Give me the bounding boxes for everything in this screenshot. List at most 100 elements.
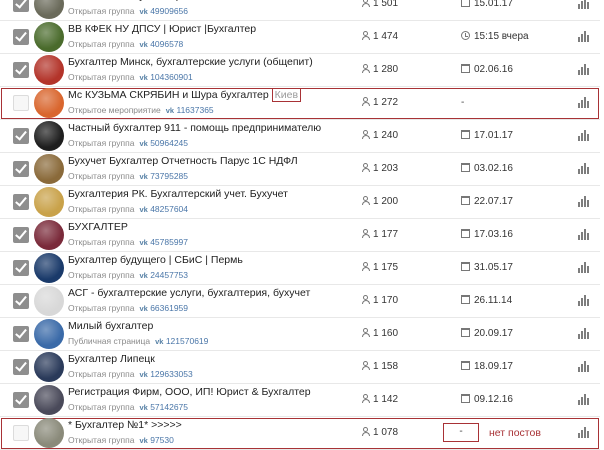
group-id-link[interactable]: 11637365 bbox=[176, 105, 213, 115]
group-row[interactable]: Регистрация Фирм, ООО, ИП! Юрист & Бухга… bbox=[0, 384, 600, 417]
group-name-link[interactable]: Бухгалтер будущего | СБиС | Пермь bbox=[68, 254, 243, 266]
group-avatar[interactable] bbox=[34, 253, 64, 283]
group-type: Открытая группа bbox=[68, 270, 135, 280]
group-id-link[interactable]: 49909656 bbox=[150, 6, 188, 16]
group-row[interactable]: БУХГАЛТЕР Открытая группа vk 45785997 1 177… bbox=[0, 219, 600, 252]
members-value: 1 272 bbox=[373, 97, 399, 108]
group-name-link[interactable]: Мс КУЗЬМА СКРЯБИН и Шура бухгалтер Киев bbox=[68, 88, 302, 102]
group-row[interactable]: Бухгалтер будущего | СБиС | Пермь Открыта… bbox=[0, 252, 600, 285]
row-checkbox[interactable] bbox=[13, 227, 29, 243]
group-row[interactable]: Бухучет Бухгалтер Отчетность Парус 1С НД… bbox=[0, 153, 600, 186]
last-post-date: 02.06.16 bbox=[474, 64, 513, 75]
stats-chart-icon[interactable] bbox=[578, 64, 589, 75]
last-post: 09.12.16 bbox=[461, 394, 513, 405]
row-checkbox[interactable] bbox=[13, 260, 29, 276]
stats-chart-icon[interactable] bbox=[578, 163, 589, 174]
group-row[interactable]: АСГ - бухгалтерские услуги, бухгалтерия,… bbox=[0, 285, 600, 318]
vk-icon: vk bbox=[139, 172, 148, 181]
row-checkbox[interactable] bbox=[13, 425, 29, 441]
group-name-link[interactable]: БУХГАЛТЕР bbox=[68, 221, 128, 233]
group-name-link[interactable]: АСГ - бухгалтерские услуги, бухгалтерия,… bbox=[68, 287, 310, 299]
group-avatar[interactable] bbox=[34, 352, 64, 382]
row-checkbox[interactable] bbox=[13, 95, 29, 111]
row-checkbox[interactable] bbox=[13, 359, 29, 375]
calendar-icon bbox=[461, 361, 470, 370]
group-row[interactable]: * Бухгалтер №1* >>>>> Открытая группа vk 9… bbox=[0, 417, 600, 450]
group-name-text: Бухгалтерия РК. Бухгалтерский учет. Буху… bbox=[68, 188, 288, 200]
stats-chart-icon[interactable] bbox=[578, 229, 589, 240]
location-tag: Киев bbox=[271, 88, 302, 102]
group-id-link[interactable]: 129633053 bbox=[150, 369, 193, 379]
stats-chart-icon[interactable] bbox=[578, 130, 589, 141]
group-name-link[interactable]: Бухгалтерия РК. Бухгалтерский учет. Буху… bbox=[68, 188, 288, 200]
group-avatar[interactable] bbox=[34, 418, 64, 448]
group-row[interactable]: Бухгалтерия РК. Бухгалтерский учет. Буху… bbox=[0, 186, 600, 219]
group-avatar[interactable] bbox=[34, 121, 64, 151]
group-name-text: Бухгалтер Минск, бухгалтерские услуги (о… bbox=[68, 56, 313, 68]
group-row[interactable]: Бухгалтер Минск, бухгалтерские услуги (о… bbox=[0, 54, 600, 87]
group-row[interactable]: ВВ КФЕК НУ ДПСУ | Юрист |Бухгалтер Открыт… bbox=[0, 21, 600, 54]
row-checkbox[interactable] bbox=[13, 29, 29, 45]
stats-chart-icon[interactable] bbox=[578, 196, 589, 207]
group-id-link[interactable]: 57142675 bbox=[150, 402, 188, 412]
group-meta: Открытая группа vk 129633053 bbox=[68, 369, 193, 379]
group-avatar[interactable] bbox=[34, 0, 64, 19]
group-row[interactable]: Бухгалтер Липецк Открытая группа vk 129633… bbox=[0, 351, 600, 384]
stats-chart-icon[interactable] bbox=[578, 295, 589, 306]
members-icon bbox=[362, 31, 370, 40]
members-icon bbox=[362, 97, 370, 106]
stats-chart-icon[interactable] bbox=[578, 427, 589, 438]
row-checkbox[interactable] bbox=[13, 326, 29, 342]
group-avatar[interactable] bbox=[34, 286, 64, 316]
group-id-link[interactable]: 66361959 bbox=[150, 303, 188, 313]
group-name-link[interactable]: Бухучет Бухгалтер Отчетность Парус 1С НД… bbox=[68, 155, 298, 167]
stats-chart-icon[interactable] bbox=[578, 97, 589, 108]
stats-chart-icon[interactable] bbox=[578, 31, 589, 42]
group-id-link[interactable]: 104360901 bbox=[150, 72, 193, 82]
group-id-link[interactable]: 45785997 bbox=[150, 237, 188, 247]
group-id-link[interactable]: 121570619 bbox=[166, 336, 209, 346]
group-id-link[interactable]: 4096578 bbox=[150, 39, 183, 49]
group-row[interactable]: Мс КУЗЬМА СКРЯБИН и Шура бухгалтер Киев О… bbox=[0, 87, 600, 120]
group-name-link[interactable]: Милый бухгалтер bbox=[68, 320, 153, 332]
row-checkbox[interactable] bbox=[13, 0, 29, 12]
group-row[interactable]: Ваш Личный Бухгалтер Открытая группа vk 49… bbox=[0, 0, 600, 21]
group-id-link[interactable]: 73795285 bbox=[150, 171, 188, 181]
group-name-link[interactable]: ВВ КФЕК НУ ДПСУ | Юрист |Бухгалтер bbox=[68, 23, 256, 35]
row-checkbox[interactable] bbox=[13, 194, 29, 210]
group-type: Открытая группа bbox=[68, 39, 135, 49]
group-id-link[interactable]: 97530 bbox=[150, 435, 174, 445]
row-checkbox[interactable] bbox=[13, 128, 29, 144]
group-name-link[interactable]: Регистрация Фирм, ООО, ИП! Юрист & Бухга… bbox=[68, 386, 311, 398]
group-row[interactable]: Милый бухгалтер Публичная страница vk 1215… bbox=[0, 318, 600, 351]
group-row[interactable]: Частный бухгалтер 911 - помощь предприни… bbox=[0, 120, 600, 153]
row-checkbox[interactable] bbox=[13, 161, 29, 177]
row-checkbox[interactable] bbox=[13, 392, 29, 408]
members-value: 1 200 bbox=[373, 196, 399, 207]
stats-chart-icon[interactable] bbox=[578, 361, 589, 372]
group-avatar[interactable] bbox=[34, 154, 64, 184]
group-avatar[interactable] bbox=[34, 88, 64, 118]
stats-chart-icon[interactable] bbox=[578, 262, 589, 273]
group-avatar[interactable] bbox=[34, 55, 64, 85]
group-avatar[interactable] bbox=[34, 22, 64, 52]
group-id-link[interactable]: 48257604 bbox=[150, 204, 188, 214]
group-name-link[interactable]: * Бухгалтер №1* >>>>> bbox=[68, 419, 182, 431]
group-name-link[interactable]: Частный бухгалтер 911 - помощь предприни… bbox=[68, 122, 321, 134]
group-avatar[interactable] bbox=[34, 187, 64, 217]
group-name-link[interactable]: Ваш Личный Бухгалтер bbox=[68, 0, 182, 2]
row-checkbox[interactable] bbox=[13, 62, 29, 78]
group-name-link[interactable]: Бухгалтер Минск, бухгалтерские услуги (о… bbox=[68, 56, 313, 68]
group-avatar[interactable] bbox=[34, 220, 64, 250]
stats-chart-icon[interactable] bbox=[578, 0, 589, 9]
stats-chart-icon[interactable] bbox=[578, 394, 589, 405]
calendar-icon bbox=[461, 295, 470, 304]
group-id-link[interactable]: 50964245 bbox=[150, 138, 188, 148]
group-avatar[interactable] bbox=[34, 385, 64, 415]
group-avatar[interactable] bbox=[34, 319, 64, 349]
row-checkbox[interactable] bbox=[13, 293, 29, 309]
group-name-link[interactable]: Бухгалтер Липецк bbox=[68, 353, 155, 365]
members-count: 1 280 bbox=[362, 64, 398, 75]
stats-chart-icon[interactable] bbox=[578, 328, 589, 339]
group-id-link[interactable]: 24457753 bbox=[150, 270, 188, 280]
